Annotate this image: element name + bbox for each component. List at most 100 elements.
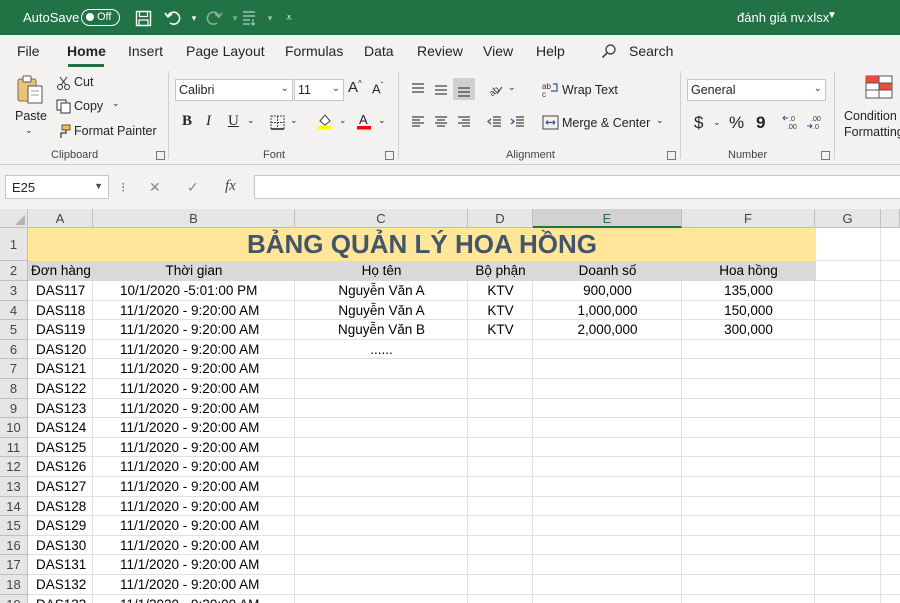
row-header[interactable]: 16 bbox=[0, 535, 28, 556]
bold-button[interactable]: B bbox=[182, 113, 192, 130]
header-ho-ten[interactable]: Họ tên bbox=[295, 261, 468, 281]
row-header[interactable]: 9 bbox=[0, 398, 28, 419]
conditional-formatting-button[interactable]: Condition Formatting bbox=[844, 108, 900, 142]
cell-b[interactable]: 11/1/2020 - 9:20:00 AM bbox=[120, 477, 259, 497]
cell-a[interactable]: DAS120 bbox=[36, 340, 86, 360]
underline-dropdown-icon[interactable]: ⌄ bbox=[247, 115, 255, 126]
sort-icon[interactable] bbox=[238, 7, 260, 29]
cell-d[interactable]: KTV bbox=[468, 320, 533, 340]
row-header[interactable]: 18 bbox=[0, 575, 28, 595]
cell-a[interactable]: DAS125 bbox=[36, 438, 86, 458]
row-header[interactable]: 17 bbox=[0, 555, 28, 575]
row-header[interactable]: 11 bbox=[0, 437, 28, 458]
cell-b[interactable]: 11/1/2020 - 9:20:00 AM bbox=[120, 555, 259, 575]
row-header[interactable]: 1 bbox=[0, 228, 28, 261]
number-format-dropdown[interactable]: General ⌄ bbox=[687, 79, 826, 101]
cell-f[interactable]: 135,000 bbox=[682, 281, 815, 301]
insert-function-button[interactable]: fx bbox=[225, 178, 236, 195]
tab-review[interactable]: Review bbox=[417, 43, 463, 59]
cell-a[interactable]: DAS127 bbox=[36, 477, 86, 497]
header-hoa-hong[interactable]: Hoa hồng bbox=[682, 261, 815, 281]
file-name[interactable]: đánh giá nv.xlsx bbox=[737, 10, 829, 25]
cell-a[interactable]: DAS128 bbox=[36, 497, 86, 517]
cell-e[interactable]: 1,000,000 bbox=[533, 301, 682, 321]
paste-button[interactable]: Paste bbox=[15, 109, 47, 123]
row-header[interactable]: 10 bbox=[0, 418, 28, 438]
formula-input[interactable] bbox=[254, 175, 900, 199]
wrap-text-icon[interactable]: ab c bbox=[541, 80, 559, 98]
column-header-e[interactable]: E bbox=[533, 209, 682, 228]
fill-color-icon[interactable] bbox=[315, 111, 335, 131]
chevron-down-icon[interactable]: ▼ bbox=[827, 10, 837, 21]
decrease-decimal-icon[interactable]: .00.0 bbox=[805, 112, 827, 132]
row-header[interactable]: 6 bbox=[0, 339, 28, 360]
decrease-font-size-icon[interactable]: Aˇ bbox=[372, 81, 383, 96]
column-header-c[interactable]: C bbox=[295, 209, 468, 228]
font-color-icon[interactable]: A bbox=[354, 111, 374, 131]
sheet-title[interactable]: BẢNG QUẢN LÝ HOA HỒNG bbox=[28, 228, 816, 261]
merge-center-icon[interactable] bbox=[541, 113, 559, 131]
cell-a[interactable]: DAS131 bbox=[36, 555, 86, 575]
cell-a[interactable]: DAS133 bbox=[36, 595, 86, 603]
cut-icon[interactable] bbox=[55, 75, 71, 91]
tell-me-search[interactable]: Search bbox=[629, 43, 673, 59]
row-header[interactable]: 7 bbox=[0, 359, 28, 379]
cell-a[interactable]: DAS117 bbox=[36, 281, 85, 301]
cell-b[interactable]: 11/1/2020 - 9:20:00 AM bbox=[120, 438, 259, 458]
tab-insert[interactable]: Insert bbox=[128, 43, 163, 59]
column-header-d[interactable]: D bbox=[468, 209, 533, 228]
cell-c[interactable]: Nguyễn Văn B bbox=[295, 320, 468, 340]
cell-a[interactable]: DAS129 bbox=[36, 516, 86, 536]
undo-dropdown-icon[interactable]: ▾ bbox=[183, 7, 205, 29]
copy-icon[interactable] bbox=[55, 98, 71, 114]
cut-button[interactable]: Cut bbox=[74, 75, 93, 89]
cell-b[interactable]: 11/1/2020 - 9:20:00 AM bbox=[120, 340, 259, 360]
clipboard-launcher-icon[interactable] bbox=[156, 151, 165, 160]
paste-icon[interactable] bbox=[13, 73, 47, 107]
cell-b[interactable]: 11/1/2020 - 9:20:00 AM bbox=[120, 320, 259, 340]
cell-f[interactable]: 300,000 bbox=[682, 320, 815, 340]
cell-b[interactable]: 11/1/2020 - 9:20:00 AM bbox=[120, 516, 259, 536]
font-size-dropdown[interactable]: 11 ⌄ bbox=[294, 79, 344, 101]
underline-button[interactable]: U bbox=[228, 113, 239, 130]
autosave-toggle[interactable]: Off bbox=[81, 9, 120, 26]
cell-b[interactable]: 11/1/2020 - 9:20:00 AM bbox=[120, 301, 259, 321]
cell-a[interactable]: DAS122 bbox=[36, 379, 86, 399]
conditional-formatting-icon[interactable] bbox=[864, 74, 894, 102]
align-left-icon[interactable] bbox=[409, 113, 427, 131]
accounting-format-button[interactable]: $ bbox=[694, 113, 703, 133]
decrease-indent-icon[interactable] bbox=[485, 113, 503, 131]
row-header[interactable]: 19 bbox=[0, 594, 28, 603]
cell-b[interactable]: 11/1/2020 - 9:20:00 AM bbox=[120, 457, 259, 477]
row-header[interactable]: 13 bbox=[0, 477, 28, 497]
cell-c[interactable]: ...... bbox=[295, 340, 468, 360]
orientation-dropdown-icon[interactable]: ⌄ bbox=[508, 82, 516, 93]
row-header[interactable]: 8 bbox=[0, 379, 28, 399]
cell-b[interactable]: 11/1/2020 - 9:20:00 AM bbox=[120, 536, 259, 556]
align-right-icon[interactable] bbox=[455, 113, 473, 131]
font-name-dropdown[interactable]: Calibri ⌄ bbox=[175, 79, 293, 101]
paste-dropdown-icon[interactable]: ⌄ bbox=[25, 125, 33, 136]
cell-c[interactable]: Nguyễn Văn A bbox=[295, 301, 468, 321]
cell-c[interactable]: Nguyễn Văn A bbox=[295, 281, 468, 301]
orientation-icon[interactable]: ab bbox=[486, 80, 504, 98]
wrap-text-button[interactable]: Wrap Text bbox=[562, 83, 618, 97]
cell-b[interactable]: 11/1/2020 - 9:20:00 AM bbox=[120, 379, 259, 399]
column-header-g[interactable]: G bbox=[815, 209, 881, 228]
row-header[interactable]: 14 bbox=[0, 496, 28, 517]
tab-home[interactable]: Home bbox=[67, 43, 106, 59]
cell-b[interactable]: 11/1/2020 - 9:20:00 AM bbox=[120, 418, 259, 438]
italic-button[interactable]: I bbox=[206, 113, 211, 130]
tab-view[interactable]: View bbox=[483, 43, 513, 59]
top-align-icon[interactable] bbox=[409, 80, 427, 98]
row-header[interactable]: 12 bbox=[0, 457, 28, 477]
cell-b[interactable]: 11/1/2020 - 9:20:00 AM bbox=[120, 399, 259, 419]
increase-font-size-icon[interactable]: A^ bbox=[348, 79, 362, 96]
percent-style-button[interactable]: % bbox=[729, 113, 744, 133]
cell-b[interactable]: 11/1/2020 - 9:20:00 AM bbox=[120, 497, 259, 517]
search-icon[interactable] bbox=[601, 43, 617, 59]
format-painter-icon[interactable] bbox=[55, 123, 71, 139]
font-launcher-icon[interactable] bbox=[385, 151, 394, 160]
cell-e[interactable]: 2,000,000 bbox=[533, 320, 682, 340]
increase-indent-icon[interactable] bbox=[508, 113, 526, 131]
